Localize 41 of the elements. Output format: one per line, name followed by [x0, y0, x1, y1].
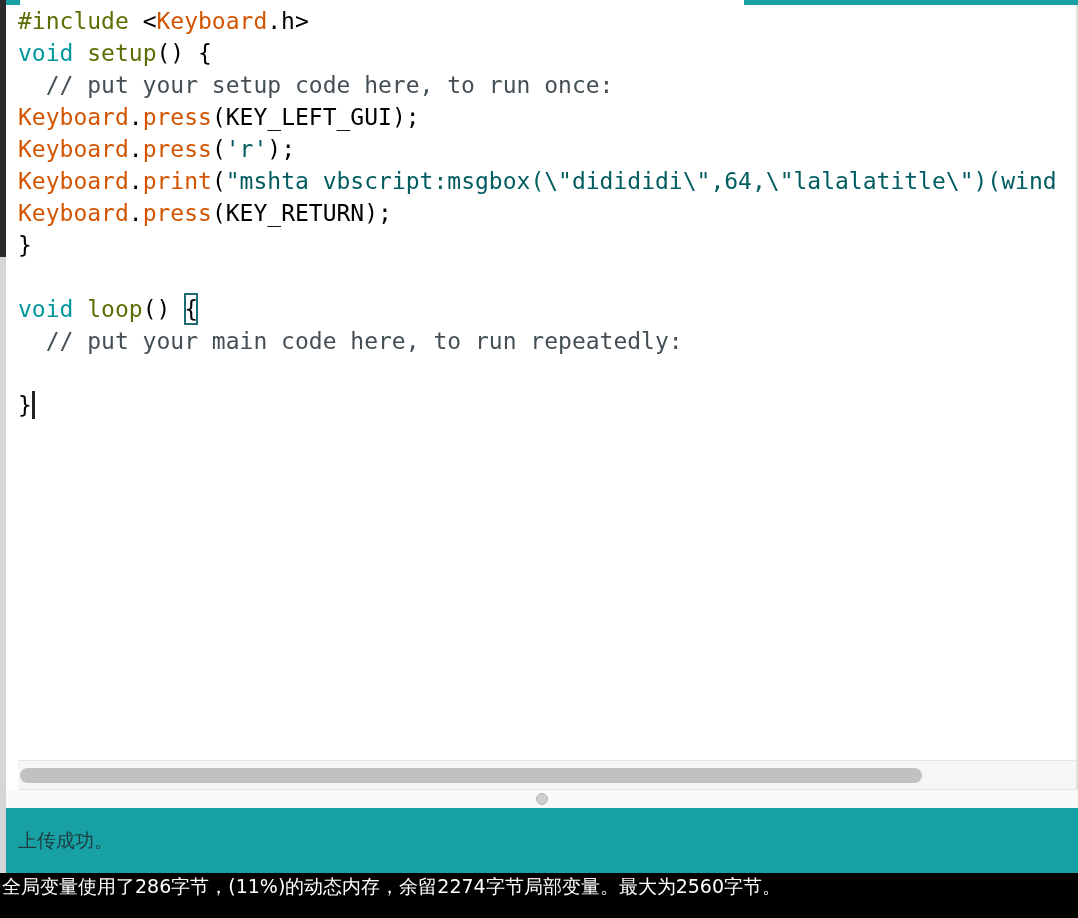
tab-strip	[6, 0, 20, 5]
code-token: (	[211, 167, 226, 196]
code-token: .	[128, 167, 143, 196]
code-token: Keyboard	[156, 7, 268, 36]
code-token: Keyboard	[18, 167, 129, 196]
code-token: Keyboard	[18, 103, 129, 132]
code-token: 'r'	[225, 135, 268, 164]
code-token: void	[18, 295, 75, 324]
code-token: press	[142, 199, 212, 228]
status-message: 上传成功。	[6, 808, 1078, 873]
code-token: }	[18, 391, 32, 420]
code-token: );	[267, 135, 295, 164]
code-token: setup	[87, 39, 157, 68]
code-token: .	[128, 135, 143, 164]
code-token: }	[18, 231, 32, 260]
code-token: (KEY_RETURN);	[211, 199, 392, 229]
code-token: (KEY_LEFT_GUI);	[211, 103, 420, 133]
splitter-handle[interactable]	[536, 793, 548, 805]
code-token: Keyboard	[18, 135, 129, 164]
code-token: "mshta vbscript:msgbox(\"didididi\",64,\"lalalatitle\")(wind	[225, 167, 1057, 196]
console-line: 全局变量使用了286字节，(11%)的动态内存，余留2274字节局部变量。最大为2560字节。	[2, 874, 783, 899]
code-editor[interactable]	[6, 5, 1078, 790]
code-token: press	[142, 103, 212, 132]
horizontal-scrollbar[interactable]	[18, 760, 1076, 790]
code-token: .	[128, 103, 143, 132]
code-token: void	[18, 39, 75, 68]
code-token: () {	[156, 39, 212, 68]
scrollbar-thumb[interactable]	[20, 767, 922, 783]
code-token: Keyboard	[18, 199, 129, 228]
code-token: // put your setup code here, to run once:	[44, 71, 614, 100]
matched-bracket: {	[184, 293, 199, 325]
code-token: (	[211, 135, 226, 164]
code-token: loop	[87, 295, 143, 324]
code-token: <	[141, 7, 157, 36]
code-token: .	[128, 199, 143, 228]
code-token: #include	[18, 7, 129, 36]
code-token: press	[142, 135, 212, 164]
code-token: print	[142, 167, 212, 196]
code-token: // put your main code here, to run repeatedly:	[44, 327, 683, 356]
code-token: ()	[142, 295, 172, 324]
code-token: .h>	[267, 7, 309, 36]
